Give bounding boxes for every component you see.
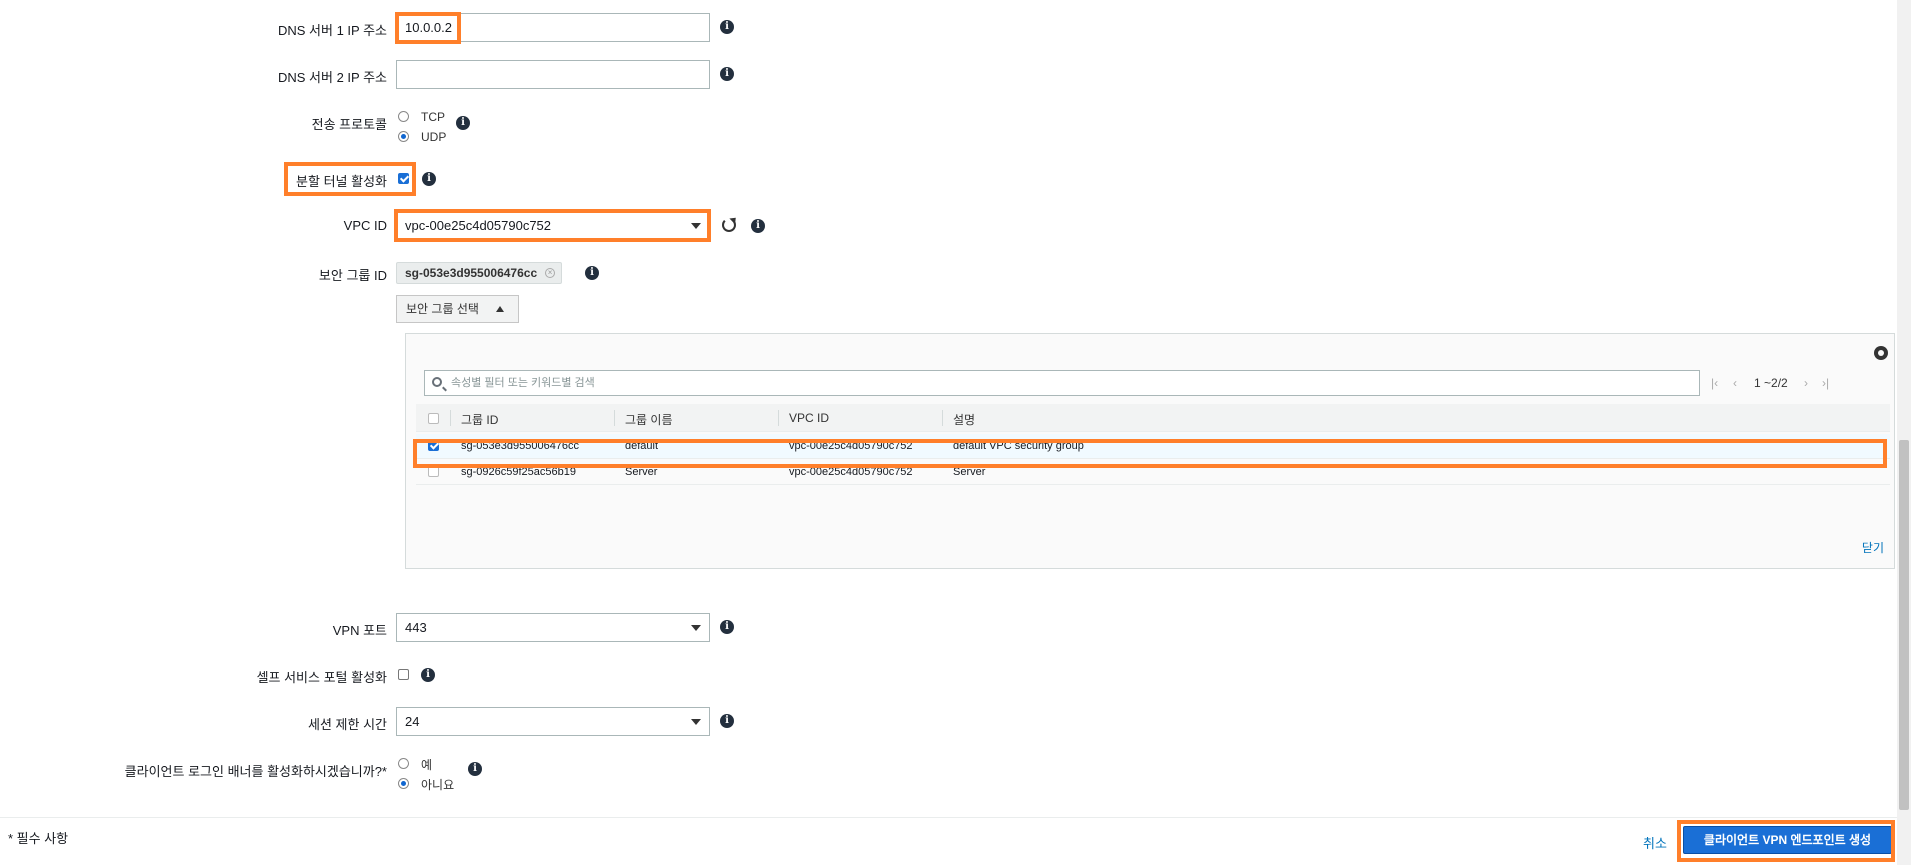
split-tunnel-checkbox[interactable] — [398, 173, 409, 184]
select-security-group-button[interactable]: 보안 그룹 선택 — [396, 295, 519, 323]
info-icon[interactable]: i — [720, 620, 734, 634]
protocol-tcp-label: TCP — [421, 110, 445, 124]
last-page-icon[interactable]: ›| — [1822, 376, 1829, 390]
select-security-group-label: 보안 그룹 선택 — [406, 302, 479, 316]
banner-label: 클라이언트 로그인 배너를 활성화하시겠습니까?* — [124, 764, 387, 779]
refresh-icon[interactable] — [722, 218, 736, 232]
vpc-select-value: vpc-00e25c4d05790c752 — [405, 218, 552, 233]
table-row[interactable]: sg-053e3d955006476cc default vpc-00e25c4… — [416, 434, 1890, 459]
split-tunnel-label: 분할 터널 활성화 — [296, 174, 387, 189]
security-group-token-text: sg-053e3d955006476cc — [405, 266, 538, 280]
row-vpc-id: vpc-00e25c4d05790c752 — [789, 466, 913, 478]
row-group-id: sg-0926c59f25ac56b19 — [461, 466, 576, 478]
dns1-input[interactable]: 10.0.0.2 — [396, 13, 710, 42]
cancel-link[interactable]: 취소 — [1643, 833, 1667, 852]
footer: * 필수 사항 취소 클라이언트 VPN 엔드포인트 생성 — [0, 817, 1897, 865]
self-service-label: 셀프 서비스 포털 활성화 — [256, 670, 387, 685]
protocol-label: 전송 프로토콜 — [311, 117, 387, 132]
column-divider — [614, 410, 615, 426]
scrollbar-thumb[interactable] — [1899, 440, 1909, 810]
info-icon[interactable]: i — [585, 266, 599, 280]
row-group-name: default — [625, 440, 659, 452]
first-page-icon[interactable]: |‹ — [1711, 376, 1718, 390]
close-link[interactable]: 닫기 — [1862, 539, 1884, 556]
dns2-input[interactable] — [396, 60, 710, 89]
gear-icon[interactable] — [1874, 346, 1888, 360]
row-vpc-id: vpc-00e25c4d05790c752 — [789, 440, 913, 452]
info-icon[interactable]: i — [422, 172, 436, 186]
info-icon[interactable]: i — [468, 762, 482, 776]
next-page-icon[interactable]: › — [1804, 376, 1808, 390]
session-timeout-label: 세션 제한 시간 — [308, 717, 387, 732]
protocol-udp-radio[interactable] — [398, 131, 409, 142]
info-icon[interactable]: i — [456, 116, 470, 130]
vpc-select[interactable]: vpc-00e25c4d05790c752 — [396, 211, 710, 240]
select-all-checkbox[interactable] — [428, 413, 439, 424]
column-divider — [450, 410, 451, 426]
column-divider — [778, 410, 779, 426]
protocol-udp-label: UDP — [421, 130, 447, 144]
banner-yes-label: 예 — [421, 758, 433, 772]
row-group-id: sg-053e3d955006476cc — [461, 440, 580, 452]
col-vpc-id[interactable]: VPC ID — [789, 411, 829, 425]
col-group-id[interactable]: 그룹 ID — [461, 411, 498, 428]
banner-yes-radio[interactable] — [398, 758, 409, 769]
caret-up-icon — [496, 306, 504, 312]
remove-token-icon[interactable]: × — [545, 268, 556, 278]
dns2-label: DNS 서버 2 IP 주소 — [277, 70, 387, 85]
chevron-down-icon — [691, 223, 701, 229]
column-divider — [942, 410, 943, 426]
scrollbar[interactable] — [1897, 0, 1911, 865]
security-group-label: 보안 그룹 ID — [318, 268, 387, 283]
row-checkbox[interactable] — [428, 466, 439, 477]
vpn-port-select[interactable]: 443 — [396, 613, 710, 642]
row-description: Server — [953, 466, 986, 478]
col-group-name[interactable]: 그룹 이름 — [625, 411, 673, 428]
col-description[interactable]: 설명 — [953, 411, 975, 428]
self-service-checkbox[interactable] — [398, 669, 409, 680]
required-note: * 필수 사항 — [8, 831, 69, 846]
info-icon[interactable]: i — [720, 20, 734, 34]
security-group-panel: 속성별 필터 또는 키워드별 검색 |‹ ‹ 1 ~2/2 › ›| 그룹 ID… — [405, 333, 1895, 569]
banner-no-label: 아니요 — [421, 778, 455, 792]
session-timeout-select[interactable]: 24 — [396, 707, 710, 736]
vpn-port-label: VPN 포트 — [332, 623, 387, 638]
banner-no-radio[interactable] — [398, 778, 409, 789]
chevron-down-icon — [691, 625, 701, 631]
search-input[interactable]: 속성별 필터 또는 키워드별 검색 — [424, 370, 1700, 396]
protocol-tcp-radio[interactable] — [398, 111, 409, 122]
security-group-token[interactable]: sg-053e3d955006476cc × — [396, 262, 563, 284]
table-row[interactable]: sg-0926c59f25ac56b19 Server vpc-00e25c4d… — [416, 460, 1890, 485]
vpn-port-value: 443 — [405, 620, 427, 635]
row-description: default VPC security group — [953, 440, 1084, 452]
info-icon[interactable]: i — [720, 714, 734, 728]
dns1-label: DNS 서버 1 IP 주소 — [277, 23, 387, 38]
create-endpoint-button[interactable]: 클라이언트 VPN 엔드포인트 생성 — [1683, 826, 1892, 854]
info-icon[interactable]: i — [720, 67, 734, 81]
info-icon[interactable]: i — [751, 219, 765, 233]
vpc-label: VPC ID — [343, 218, 387, 233]
pagination-text: 1 ~2/2 — [1754, 376, 1788, 390]
search-placeholder: 속성별 필터 또는 키워드별 검색 — [451, 377, 595, 389]
info-icon[interactable]: i — [421, 668, 435, 682]
search-icon — [432, 377, 442, 387]
table-header: 그룹 ID 그룹 이름 VPC ID 설명 — [416, 404, 1890, 432]
prev-page-icon[interactable]: ‹ — [1733, 376, 1737, 390]
session-timeout-value: 24 — [405, 714, 420, 729]
chevron-down-icon — [691, 719, 701, 725]
row-checkbox[interactable] — [428, 440, 439, 451]
row-group-name: Server — [625, 466, 658, 478]
